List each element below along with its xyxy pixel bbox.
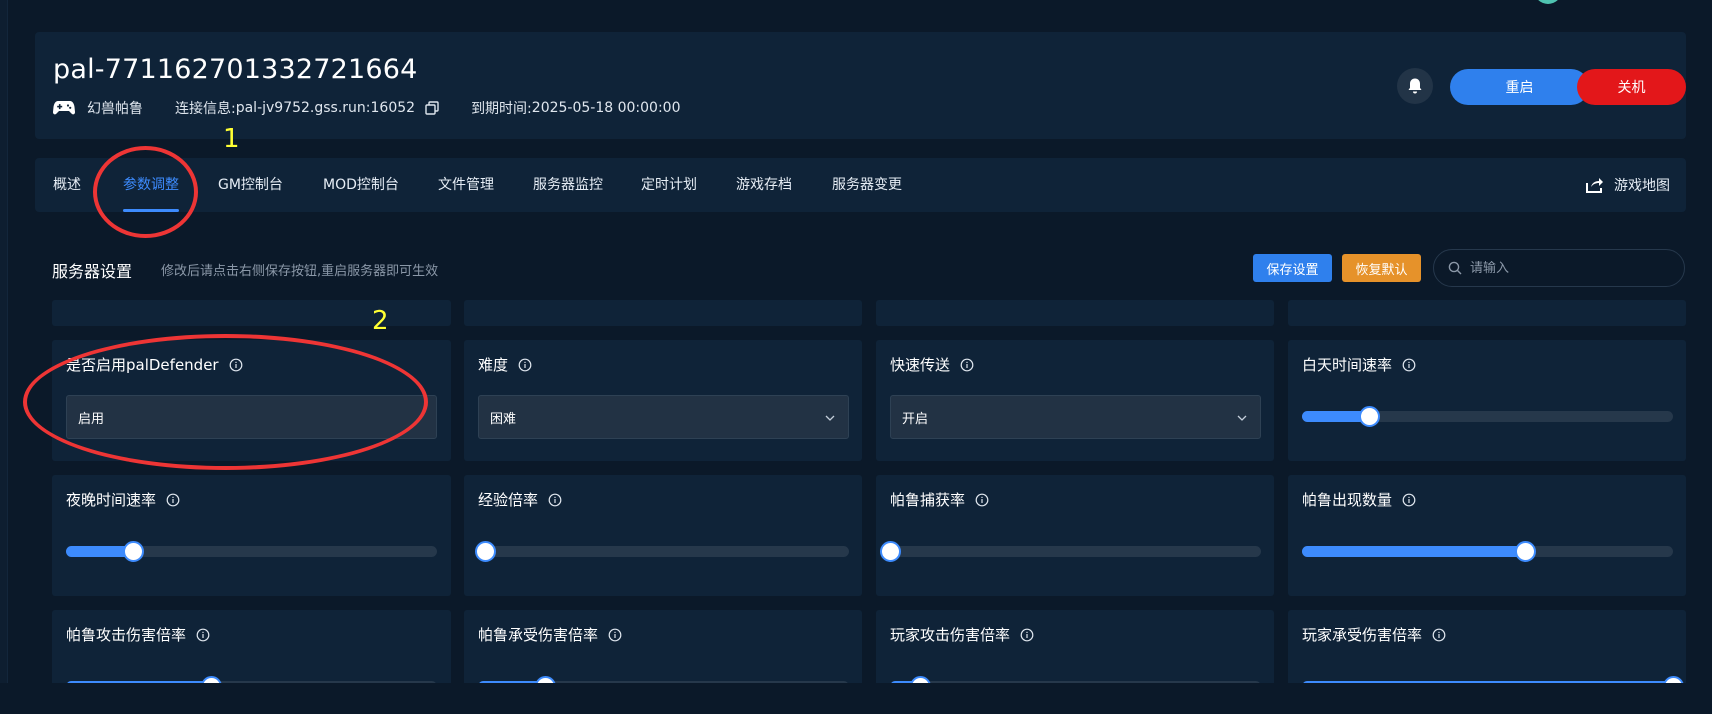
share-icon [1586,178,1603,193]
save-settings-button[interactable]: 保存设置 [1253,254,1332,282]
settings-card-partial [1288,300,1686,326]
slider-fill [1302,546,1525,557]
connection-label: 连接信息: [175,101,236,117]
tab-mod-console[interactable]: MOD控制台 [323,158,399,212]
settings-hint: 修改后请点击右侧保存按钮,重启服务器即可生效 [161,264,439,279]
info-icon[interactable] [608,628,622,642]
info-icon[interactable] [196,628,210,642]
search-icon [1448,261,1462,275]
info-icon[interactable] [975,493,989,507]
setting-label: 玩家攻击伤害倍率 [890,624,1034,645]
expiry-value: 2025-05-18 00:00:00 [531,100,681,116]
settings-card-partial [876,300,1274,326]
tab-overview[interactable]: 概述 [53,158,81,212]
setting-label: 是否启用palDefender [66,354,243,375]
info-icon[interactable] [1432,628,1446,642]
setting-card-fast-travel: 快速传送 开启 [876,340,1274,461]
info-icon[interactable] [229,358,243,372]
tab-game-saves[interactable]: 游戏存档 [736,158,792,212]
info-icon[interactable] [1402,358,1416,372]
settings-card-partial [52,300,451,326]
gamepad-icon [53,101,75,115]
server-name: pal-771162701332721664 [53,54,418,85]
server-meta: 幻兽帕鲁 连接信息: pal-jv9752.gss.run:16052 到期时间… [53,98,712,118]
copy-icon[interactable] [425,101,439,115]
tab-server-monitor[interactable]: 服务器监控 [533,158,603,212]
user-avatar[interactable] [1534,0,1562,4]
scroll-area-bottom [0,683,1712,714]
setting-label: 帕鲁出现数量 [1302,489,1416,510]
chevron-down-icon [1237,415,1247,421]
shutdown-button[interactable]: 关机 [1577,69,1686,105]
difficulty-select[interactable]: 困难 [478,395,849,439]
setting-label: 帕鲁捕获率 [890,489,989,510]
info-icon[interactable] [518,358,532,372]
info-icon[interactable] [1402,493,1416,507]
annotation-number-1: 1 [223,124,240,154]
settings-title: 服务器设置 [52,262,133,281]
slider-thumb[interactable] [1358,406,1380,427]
slider-thumb[interactable] [122,541,144,562]
setting-card-day-speed: 白天时间速率 [1288,340,1686,461]
setting-card-difficulty: 难度 困难 [464,340,862,461]
search-input[interactable] [1470,260,1670,276]
setting-card-spawn-count: 帕鲁出现数量 [1288,475,1686,596]
paldefender-select[interactable]: 启用 [66,395,437,439]
setting-label: 快速传送 [890,354,974,375]
setting-label: 帕鲁承受伤害倍率 [478,624,622,645]
spawn-count-slider[interactable] [1302,541,1673,562]
nav-tabs: 概述 参数调整 GM控制台 MOD控制台 文件管理 服务器监控 定时计划 游戏存… [35,158,1686,212]
expiry-label: 到期时间: [471,101,532,117]
tab-gm-console[interactable]: GM控制台 [218,158,283,212]
game-map-link[interactable]: 游戏地图 [1584,158,1670,212]
setting-card-exp-rate: 经验倍率 [464,475,862,596]
exp-rate-slider[interactable] [475,541,849,562]
annotation-number-2: 2 [372,306,389,336]
chevron-down-icon [825,415,835,421]
left-edge-strip [0,0,8,714]
setting-card-night-speed: 夜晚时间速率 [52,475,451,596]
fast-travel-select[interactable]: 开启 [890,395,1261,439]
tab-server-change[interactable]: 服务器变更 [832,158,902,212]
bell-icon [1408,78,1422,94]
settings-card-partial [464,300,862,326]
slider-thumb[interactable] [475,541,497,562]
restart-button[interactable]: 重启 [1450,69,1589,105]
search-box[interactable] [1433,249,1685,287]
restore-defaults-button[interactable]: 恢复默认 [1342,254,1421,282]
setting-label: 经验倍率 [478,489,562,510]
connection-info: 连接信息: pal-jv9752.gss.run:16052 [175,98,439,118]
expiry-info: 到期时间: 2025-05-18 00:00:00 [471,98,680,118]
info-icon[interactable] [548,493,562,507]
night-speed-slider[interactable] [66,541,437,562]
setting-label: 玩家承受伤害倍率 [1302,624,1446,645]
slider-thumb[interactable] [1514,541,1536,562]
game-map-label: 游戏地图 [1614,178,1670,194]
capture-rate-slider[interactable] [880,541,1261,562]
info-icon[interactable] [1020,628,1034,642]
game-name: 幻兽帕鲁 [87,101,143,117]
setting-card-capture-rate: 帕鲁捕获率 [876,475,1274,596]
connection-value: pal-jv9752.gss.run:16052 [235,100,416,116]
info-icon[interactable] [960,358,974,372]
day-speed-slider[interactable] [1302,406,1673,427]
setting-label: 白天时间速率 [1302,354,1416,375]
setting-label: 夜晚时间速率 [66,489,180,510]
setting-label: 难度 [478,354,532,375]
notification-button[interactable] [1397,68,1433,104]
info-icon[interactable] [166,493,180,507]
tab-schedule[interactable]: 定时计划 [641,158,697,212]
tab-params[interactable]: 参数调整 [123,158,179,212]
setting-card-paldefender: 是否启用palDefender 启用 [52,340,451,461]
setting-label: 帕鲁攻击伤害倍率 [66,624,210,645]
slider-thumb[interactable] [880,541,901,562]
tab-file-manager[interactable]: 文件管理 [438,158,494,212]
server-header: pal-771162701332721664 幻兽帕鲁 连接信息: pal-jv… [35,32,1686,139]
